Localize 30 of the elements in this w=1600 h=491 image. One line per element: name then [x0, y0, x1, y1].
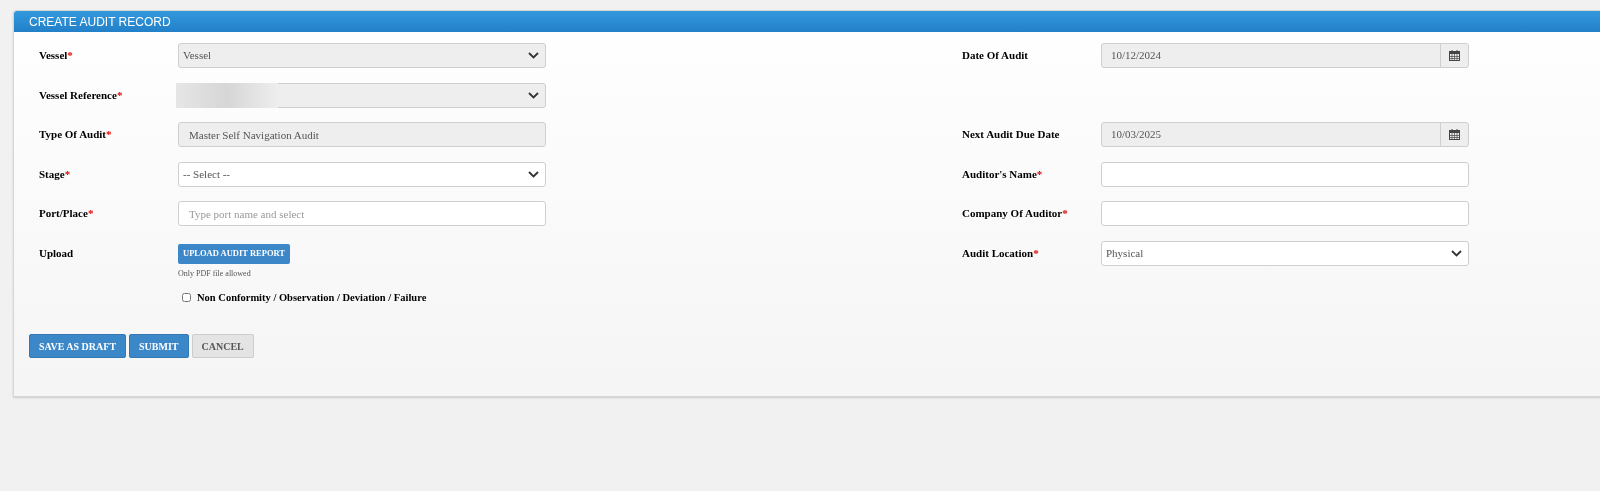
field-label: Port/Place*	[39, 206, 94, 222]
text-field[interactable]	[1101, 201, 1469, 226]
chevron-down-icon	[528, 170, 539, 178]
field-label: Upload	[39, 245, 74, 261]
chevron-down-icon	[1451, 249, 1462, 257]
upload-hint: Only PDF file allowed	[178, 267, 251, 280]
calendar-icon	[1449, 50, 1460, 61]
select-field[interactable]: Physical	[1101, 240, 1469, 266]
field-label: Type Of Audit*	[39, 127, 112, 143]
field-label: Company Of Auditor*	[962, 206, 1068, 222]
chevron-down-icon	[528, 91, 539, 99]
select-field[interactable]: -- Select --	[178, 161, 546, 187]
checkbox[interactable]	[182, 292, 191, 302]
panel-title: CREATE AUDIT RECORD	[29, 13, 171, 31]
field-label: Vessel Reference*	[39, 87, 123, 103]
text-field[interactable]: Type port name and select	[178, 201, 546, 226]
text-field[interactable]	[1101, 161, 1469, 187]
field-label: Next Audit Due Date	[962, 127, 1060, 143]
field-label: Vessel*	[39, 48, 73, 64]
field-label: Date Of Audit	[962, 48, 1028, 64]
upload-button[interactable]: UPLOAD AUDIT REPORT	[178, 243, 291, 264]
form-button[interactable]: SUBMIT	[129, 334, 189, 359]
checkbox-label: Non Conformity / Observation / Deviation / Failure	[197, 290, 427, 305]
chevron-down-icon	[528, 52, 539, 59]
field-label: Stage*	[39, 166, 71, 182]
form-button[interactable]: CANCEL	[191, 334, 254, 359]
field-label: Auditor's Name*	[962, 166, 1043, 182]
form-button[interactable]: SAVE AS DRAFT	[29, 334, 127, 359]
calendar-icon	[1449, 129, 1460, 140]
field-label: Audit Location*	[962, 245, 1039, 261]
